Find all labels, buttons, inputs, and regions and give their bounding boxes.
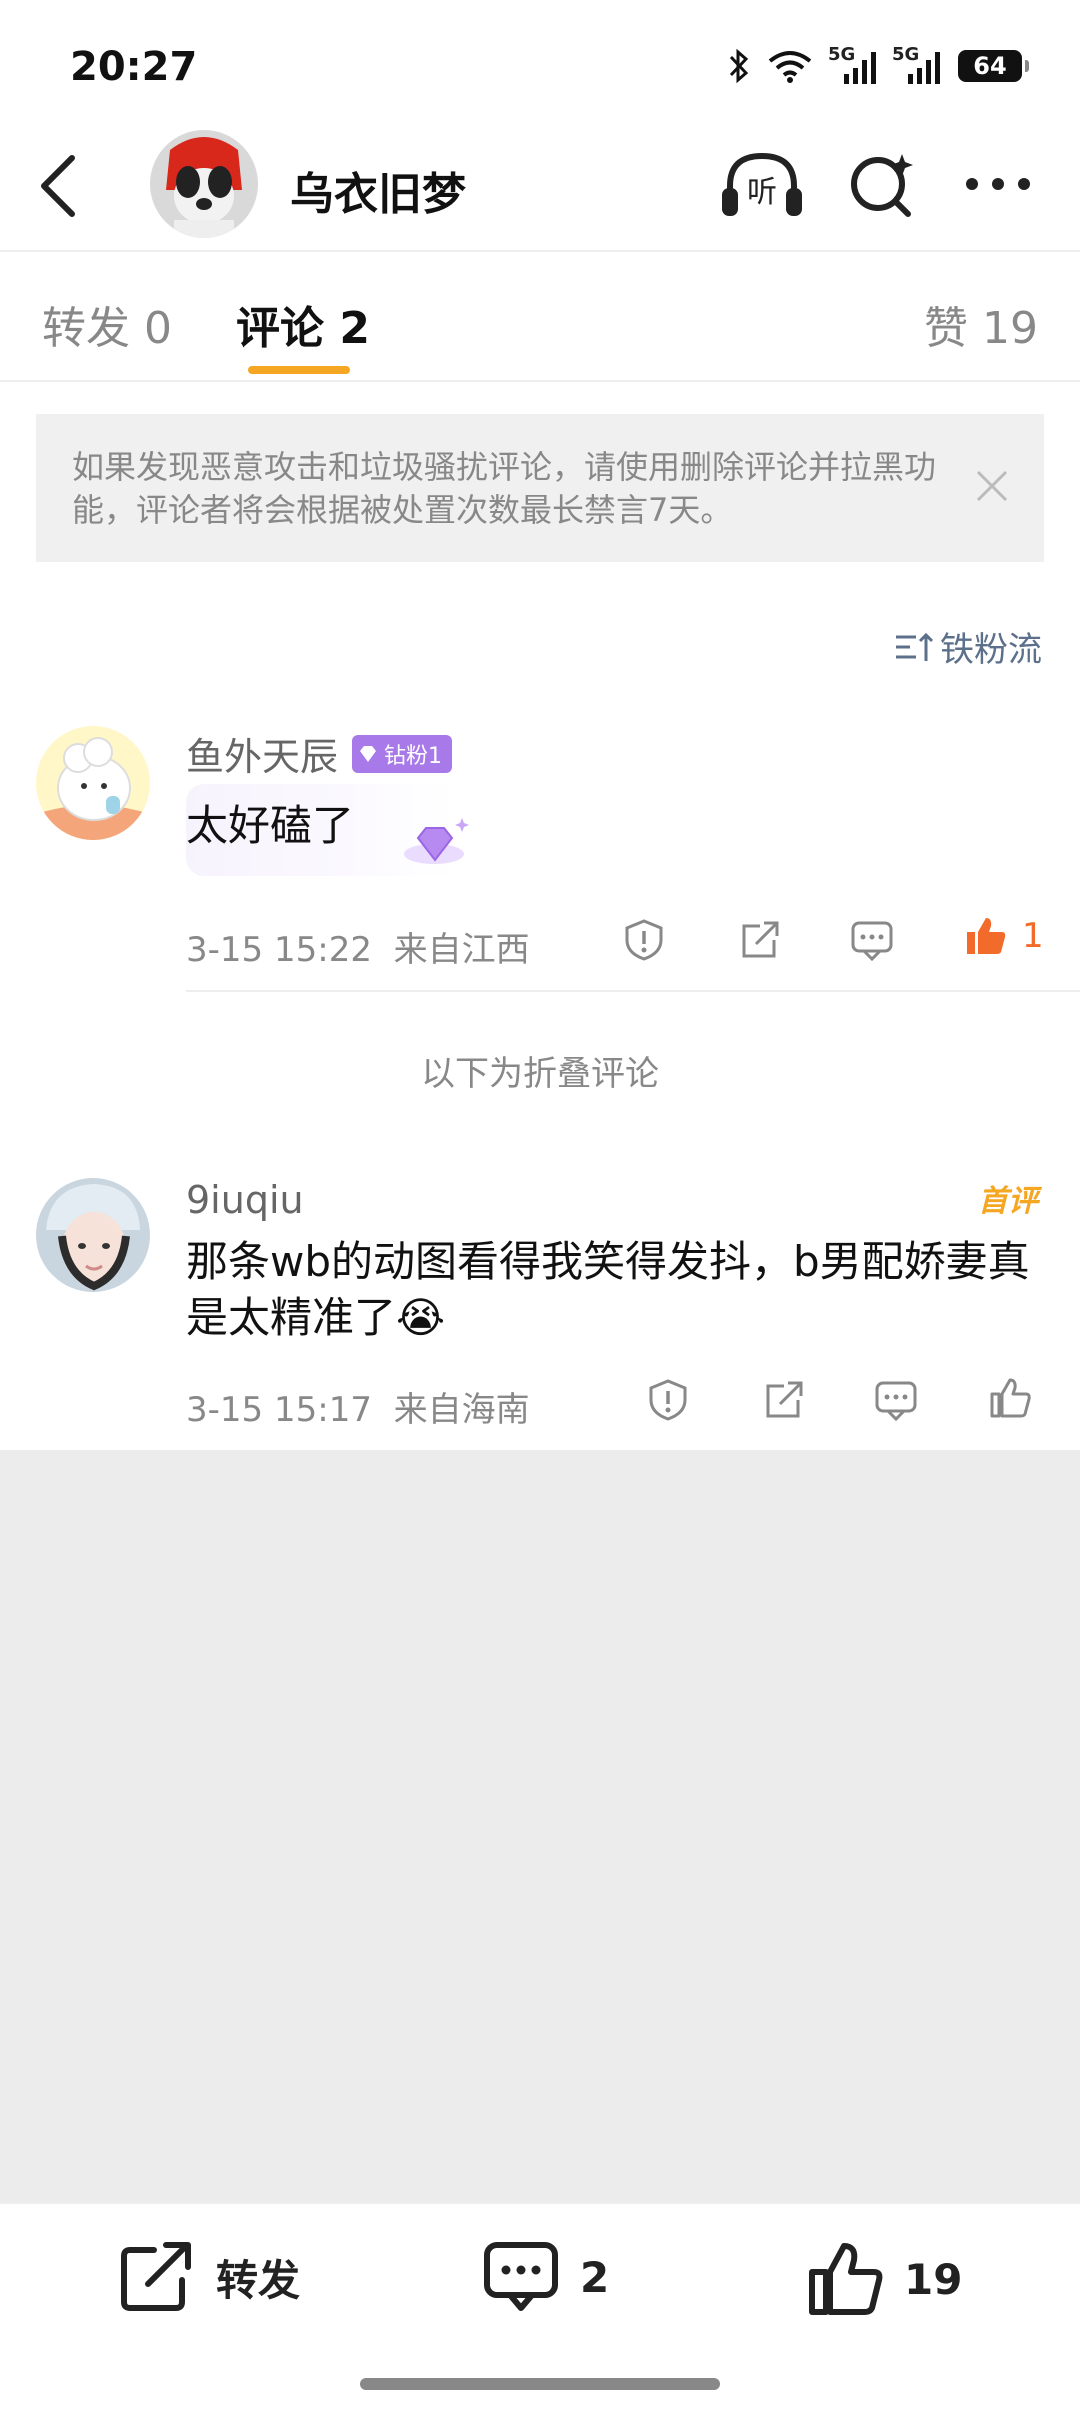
share-icon[interactable] <box>762 1378 806 1422</box>
comment-text: 太好磕了 <box>186 801 355 850</box>
repost-button[interactable]: 转发 <box>118 2240 300 2314</box>
tab-likes[interactable]: 赞 19 <box>924 292 1038 356</box>
home-indicator <box>360 2378 720 2390</box>
comment-location: 来自江西 <box>393 930 530 970</box>
like-count-total: 19 <box>904 2254 963 2304</box>
comment-username[interactable]: 9iuqiu <box>186 1178 304 1222</box>
listen-button[interactable]: 听 <box>720 150 804 220</box>
author-name[interactable]: 乌衣旧梦 <box>290 158 466 222</box>
network-type-2: 5G <box>892 44 920 65</box>
first-comment-tag: 首评 <box>978 1184 1038 1219</box>
battery-icon: 64 <box>958 50 1029 82</box>
diamond-icon <box>360 745 377 762</box>
sort-label: 铁粉流 <box>940 630 1042 670</box>
like-count: 1 <box>1022 916 1044 956</box>
reply-icon[interactable] <box>874 1380 918 1422</box>
tab-comments[interactable]: 评论 2 <box>236 292 370 356</box>
back-arrow-icon[interactable] <box>38 154 78 218</box>
moderation-notice: 如果发现恶意攻击和垃圾骚扰评论，请使用删除评论并拉黑功能，评论者将会根据被处置次… <box>36 414 1044 562</box>
comment-avatar[interactable] <box>36 726 150 840</box>
status-time: 20:27 <box>70 44 198 90</box>
wifi-icon <box>768 51 812 83</box>
fan-badge-label: 钻粉1 <box>384 743 443 769</box>
like-post-button[interactable]: 19 <box>806 2240 962 2318</box>
thumbs-up-icon <box>809 2243 883 2315</box>
reply-icon[interactable] <box>850 920 894 962</box>
comment-header: 鱼外天辰 钻粉1 <box>186 726 453 781</box>
active-tab-indicator <box>248 366 350 374</box>
header-divider <box>0 250 1080 252</box>
fan-badge: 钻粉1 <box>352 734 453 773</box>
comment-button[interactable]: 2 <box>482 2240 609 2314</box>
comment-icon <box>484 2242 558 2311</box>
thumbs-up-icon[interactable] <box>988 1376 1032 1420</box>
comment-avatar[interactable] <box>36 1178 150 1292</box>
tab-repost[interactable]: 转发 0 <box>42 292 172 356</box>
notice-text: 如果发现恶意攻击和垃圾骚扰评论，请使用删除评论并拉黑功能，评论者将会根据被处置次… <box>72 448 937 529</box>
comment-meta: 3-15 15:17 来自海南 <box>186 1382 530 1431</box>
comment-time: 3-15 15:22 <box>186 930 372 970</box>
headphones-icon: 听 <box>722 152 802 216</box>
sort-icon <box>896 632 934 661</box>
cellular-signal-2-icon: 5G <box>892 44 940 84</box>
author-avatar[interactable] <box>150 130 258 238</box>
network-type-1: 5G <box>828 44 856 65</box>
comment-divider <box>186 990 1080 992</box>
cellular-signal-1-icon: 5G <box>828 44 876 84</box>
search-icon[interactable] <box>848 150 914 220</box>
report-icon[interactable] <box>622 918 666 962</box>
thumbs-up-filled-icon <box>967 918 1006 954</box>
comment-count: 2 <box>580 2252 610 2302</box>
folded-comments-label[interactable]: 以下为折叠评论 <box>0 1046 1080 1095</box>
repost-icon <box>121 2242 191 2311</box>
tabs-divider <box>0 380 1080 382</box>
status-icons: 5G 5G 64 <box>728 44 1029 84</box>
like-button[interactable]: 1 <box>964 914 1044 958</box>
more-icon[interactable] <box>964 176 1032 192</box>
diamond-decoration-icon <box>404 818 469 864</box>
comment-text: 那条wb的动图看得我笑得发抖，b男配娇妻真是太精准了😭 <box>186 1237 1030 1342</box>
comment-location: 来自海南 <box>393 1390 530 1430</box>
report-icon[interactable] <box>646 1378 690 1422</box>
share-icon[interactable] <box>738 918 782 962</box>
bluetooth-icon <box>729 48 749 84</box>
repost-label: 转发 <box>216 2255 301 2305</box>
comment-time: 3-15 15:17 <box>186 1390 372 1430</box>
close-icon[interactable] <box>974 468 1010 504</box>
listen-label: 听 <box>747 175 777 210</box>
comment-username[interactable]: 鱼外天辰 <box>186 726 338 781</box>
empty-area <box>0 1450 1080 2202</box>
sort-toggle[interactable]: 铁粉流 <box>894 622 1042 671</box>
comment-meta: 3-15 15:22 来自江西 <box>186 922 530 971</box>
